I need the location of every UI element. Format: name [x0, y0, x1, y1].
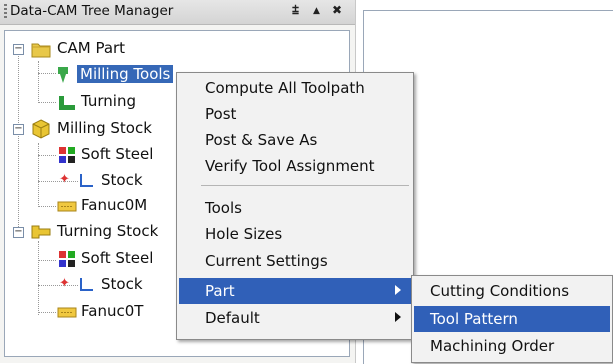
- tree-node-soft-steel[interactable]: Soft Steel: [5, 247, 205, 271]
- tree-label: Soft Steel: [81, 249, 154, 267]
- panel-titlebar[interactable]: Data-CAM Tree Manager ⩲ ▲ ✖: [0, 0, 355, 25]
- tree-node-milling-tools[interactable]: Milling Tools: [5, 63, 205, 87]
- submenu-arrow-icon: [395, 312, 401, 322]
- part-submenu: Cutting Conditions Tool Pattern Machinin…: [411, 275, 613, 363]
- menu-item-verify-tool-assignment[interactable]: Verify Tool Assignment: [179, 153, 411, 179]
- menu-item-hole-sizes[interactable]: Hole Sizes: [179, 221, 411, 247]
- tree-label: Turning Stock: [57, 222, 159, 240]
- menu-item-cutting-conditions[interactable]: Cutting Conditions: [414, 278, 610, 304]
- tree-node-stock[interactable]: ✦ Stock: [5, 169, 205, 193]
- menu-item-tools[interactable]: Tools: [179, 195, 411, 221]
- material-icon: [59, 251, 75, 267]
- tree-label: Stock: [101, 171, 143, 189]
- tree-node-cam-part[interactable]: − CAM Part: [5, 37, 205, 61]
- turning-stock-icon: [31, 225, 51, 239]
- origin-marker-icon: ✦: [59, 276, 70, 291]
- post-processor-icon: [57, 201, 77, 212]
- origin-marker-icon: ✦: [59, 172, 70, 187]
- tree-label-selected: Milling Tools: [77, 65, 174, 83]
- stock-cube-icon: [32, 119, 50, 139]
- tree-label: Fanuc0T: [81, 302, 144, 320]
- tree-node-soft-steel[interactable]: Soft Steel: [5, 143, 205, 167]
- menu-item-label: Hole Sizes: [205, 225, 283, 243]
- menu-item-post[interactable]: Post: [179, 101, 411, 127]
- menu-item-label: Default: [205, 309, 260, 327]
- tree-label: Milling Stock: [57, 119, 152, 137]
- menu-item-post-save-as[interactable]: Post & Save As: [179, 127, 411, 153]
- tree-node-milling-stock[interactable]: − Milling Stock: [5, 117, 205, 141]
- menu-item-label: Cutting Conditions: [430, 282, 570, 300]
- stock-profile-icon: [80, 174, 93, 187]
- menu-item-default[interactable]: Default: [179, 305, 411, 331]
- tree-label: Turning: [81, 92, 136, 110]
- tree-node-post-processor[interactable]: Fanuc0T: [5, 300, 205, 324]
- menu-item-label: Tools: [205, 199, 242, 217]
- collapse-icon[interactable]: −: [13, 124, 24, 135]
- menu-separator: [201, 185, 409, 186]
- turning-tool-icon: [59, 96, 75, 110]
- tree-node-post-processor[interactable]: Fanuc0M: [5, 194, 205, 218]
- milling-tool-icon: [58, 67, 68, 83]
- tree-node-turning-stock[interactable]: − Turning Stock: [5, 220, 205, 244]
- menu-item-current-settings[interactable]: Current Settings: [179, 248, 411, 274]
- menu-item-tool-pattern[interactable]: Tool Pattern: [414, 306, 610, 332]
- tree-label: Stock: [101, 275, 143, 293]
- collapse-icon[interactable]: −: [13, 44, 24, 55]
- tree-node-turning[interactable]: Turning: [5, 90, 205, 114]
- menu-item-label: Verify Tool Assignment: [205, 157, 375, 175]
- material-icon: [59, 147, 75, 163]
- menu-item-label: Tool Pattern: [430, 310, 518, 328]
- menu-item-machining-order[interactable]: Machining Order: [414, 333, 610, 359]
- submenu-arrow-icon: [395, 285, 401, 295]
- menu-item-label: Current Settings: [205, 252, 328, 270]
- tree-label: CAM Part: [57, 39, 126, 57]
- context-menu: Compute All Toolpath Post Post & Save As…: [176, 72, 414, 340]
- tree-label: Soft Steel: [81, 145, 154, 163]
- stock-profile-icon: [80, 278, 93, 291]
- post-processor-icon: [57, 307, 77, 318]
- pin-icon[interactable]: ⩲: [292, 3, 299, 18]
- drag-grip-icon[interactable]: [4, 4, 7, 20]
- panel-menu-icon[interactable]: ▲: [313, 6, 320, 16]
- menu-item-label: Part: [205, 282, 235, 300]
- menu-item-compute-all-toolpath[interactable]: Compute All Toolpath: [179, 75, 411, 101]
- menu-item-label: Machining Order: [430, 337, 555, 355]
- menu-item-label: Post: [205, 105, 237, 123]
- menu-item-label: Compute All Toolpath: [205, 79, 365, 97]
- menu-item-part[interactable]: Part: [179, 278, 411, 304]
- close-icon[interactable]: ✖: [332, 3, 342, 17]
- collapse-icon[interactable]: −: [13, 227, 24, 238]
- menu-item-label: Post & Save As: [205, 131, 318, 149]
- panel-title: Data-CAM Tree Manager: [10, 3, 174, 19]
- tree-node-stock[interactable]: ✦ Stock: [5, 273, 205, 297]
- folder-icon: [31, 43, 51, 58]
- tree-label: Fanuc0M: [81, 196, 148, 214]
